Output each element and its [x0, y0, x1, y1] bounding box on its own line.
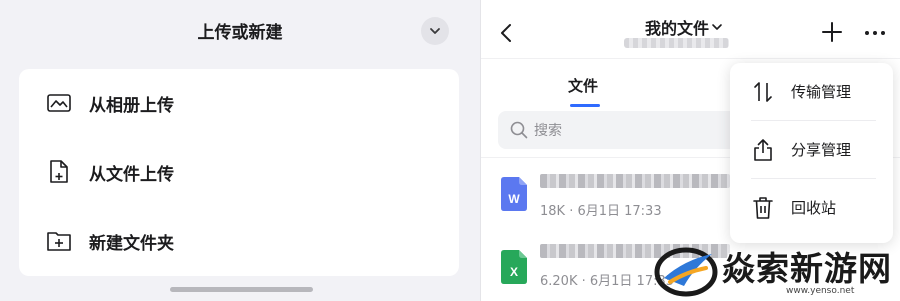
file-type-letter: W — [508, 192, 520, 206]
menu-item-label: 传输管理 — [791, 83, 852, 101]
option-label: 新建文件夹 — [89, 233, 174, 254]
blurred-subtitle — [624, 38, 729, 48]
tab-files[interactable]: 文件 — [568, 75, 598, 96]
excel-file-icon: X — [501, 250, 527, 284]
upload-from-album-option[interactable]: 从相册上传 — [19, 73, 459, 133]
upload-sheet: 上传或新建 从相册上传 从文件上传 新建文件夹 — [0, 0, 480, 301]
more-icon[interactable] — [864, 30, 886, 36]
file-add-icon — [46, 159, 72, 185]
home-indicator — [170, 287, 313, 292]
more-menu: 传输管理 分享管理 回收站 — [730, 63, 893, 243]
search-placeholder: 搜索 — [534, 123, 562, 139]
chevron-down-icon — [712, 24, 722, 30]
page-title[interactable]: 我的文件 — [645, 15, 723, 39]
watermark-logo-icon — [654, 247, 718, 297]
watermark-text: 焱索新游网 — [722, 249, 892, 288]
watermark-url: www.yenso.net — [786, 286, 855, 296]
new-folder-option[interactable]: 新建文件夹 — [19, 211, 459, 271]
word-file-icon: W — [501, 177, 527, 211]
menu-item-share[interactable]: 分享管理 — [730, 121, 893, 178]
image-icon — [46, 90, 72, 116]
option-label: 从相册上传 — [89, 95, 174, 116]
file-type-letter: X — [510, 265, 518, 279]
divider — [481, 58, 900, 59]
upload-options-card: 从相册上传 从文件上传 新建文件夹 — [19, 69, 459, 276]
add-icon[interactable] — [822, 22, 842, 42]
back-icon[interactable] — [497, 22, 517, 44]
file-meta: 18K · 6月1日 17:33 — [540, 204, 662, 219]
upload-from-file-option[interactable]: 从文件上传 — [19, 142, 459, 202]
watermark: 焱索新游网 www.yenso.net — [650, 238, 900, 301]
collapse-button[interactable] — [421, 17, 449, 45]
search-icon — [510, 121, 528, 139]
menu-item-transfer[interactable]: 传输管理 — [730, 63, 893, 120]
chevron-down-icon — [430, 28, 440, 34]
folder-add-icon — [46, 228, 72, 254]
transfer-icon — [751, 80, 775, 104]
option-label: 从文件上传 — [89, 164, 174, 185]
page-title-text: 我的文件 — [645, 19, 710, 38]
trash-icon — [751, 196, 775, 220]
active-tab-indicator — [570, 104, 600, 107]
menu-item-trash[interactable]: 回收站 — [730, 179, 893, 236]
menu-item-label: 分享管理 — [791, 141, 852, 159]
menu-item-label: 回收站 — [791, 199, 837, 217]
share-icon — [751, 138, 775, 162]
blurred-file-name — [540, 174, 730, 188]
sheet-title: 上传或新建 — [197, 23, 283, 43]
